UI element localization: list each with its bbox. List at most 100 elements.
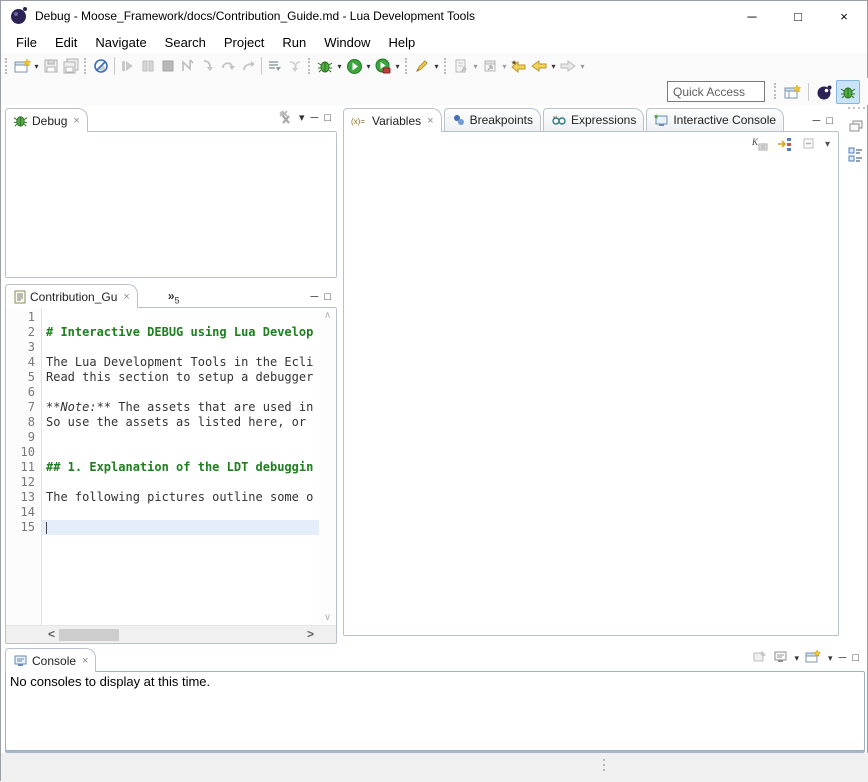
editor-list-chevron[interactable]: »5 xyxy=(168,289,180,305)
step-return-button[interactable] xyxy=(238,55,258,77)
close-tab-icon[interactable]: × xyxy=(82,655,88,667)
menu-project[interactable]: Project xyxy=(215,32,273,53)
external-tools-dropdown[interactable]: ▾ xyxy=(432,62,441,71)
lua-perspective-button[interactable] xyxy=(812,80,836,104)
save-button[interactable] xyxy=(41,55,61,77)
debug-button[interactable] xyxy=(315,55,335,77)
new-wizard-button[interactable] xyxy=(12,55,32,77)
editor-vertical-scrollbar[interactable]: ∧ ∨ xyxy=(319,308,336,625)
external-tools-button[interactable] xyxy=(412,55,432,77)
scrollbar-thumb[interactable] xyxy=(59,629,119,641)
variables-view-body[interactable] xyxy=(343,157,839,636)
editor-line[interactable]: **Note:** The assets that are used in xyxy=(42,400,319,415)
editor-horizontal-scrollbar[interactable]: < > xyxy=(6,625,336,643)
run-button[interactable] xyxy=(344,55,364,77)
window-minimize-button[interactable]: ─ xyxy=(729,1,775,31)
editor-text[interactable]: # Interactive DEBUG using Lua DevelopThe… xyxy=(42,308,319,643)
new-wizard-dropdown[interactable]: ▾ xyxy=(32,62,41,71)
window-maximize-button[interactable]: □ xyxy=(775,1,821,31)
console-body[interactable]: No consoles to display at this time. xyxy=(5,671,865,751)
view-menu-icon[interactable]: ▾ xyxy=(299,113,305,124)
menu-file[interactable]: File xyxy=(7,32,46,53)
minimize-view-icon[interactable]: ─ xyxy=(813,116,821,127)
open-console-button[interactable] xyxy=(805,649,822,667)
breakpoints-tab[interactable]: Breakpoints xyxy=(444,108,541,131)
back-button[interactable] xyxy=(529,55,549,77)
skip-all-breakpoints-button[interactable] xyxy=(91,55,111,77)
scroll-right-icon[interactable]: > xyxy=(307,627,314,641)
editor-line[interactable]: ## 1. Explanation of the LDT debuggin xyxy=(42,460,319,475)
menu-run[interactable]: Run xyxy=(273,32,315,53)
drop-to-frame-button[interactable] xyxy=(285,55,305,77)
open-perspective-button[interactable] xyxy=(781,80,805,104)
minimize-view-icon[interactable]: ─ xyxy=(311,292,319,303)
window-close-button[interactable]: × xyxy=(821,1,867,31)
debug-view-body[interactable] xyxy=(5,131,337,278)
menu-edit[interactable]: Edit xyxy=(46,32,86,53)
maximize-view-icon[interactable]: □ xyxy=(324,292,331,303)
step-into-button[interactable] xyxy=(198,55,218,77)
variables-tab[interactable]: (x)= Variables × xyxy=(343,108,442,132)
editor-line[interactable] xyxy=(42,340,319,355)
menu-navigate[interactable]: Navigate xyxy=(86,32,155,53)
resume-button[interactable] xyxy=(118,55,138,77)
editor-line[interactable] xyxy=(42,310,319,325)
show-logical-structures-button[interactable] xyxy=(777,136,794,154)
editor-tab-contribution-guide[interactable]: Contribution_Gu × xyxy=(5,284,138,308)
debug-perspective-button[interactable] xyxy=(836,80,860,104)
restore-view-button[interactable] xyxy=(845,115,867,137)
pin-console-button[interactable] xyxy=(752,650,767,667)
use-step-filters-button[interactable] xyxy=(265,55,285,77)
editor-line[interactable]: The following pictures outline some o xyxy=(42,490,319,505)
coverage-button[interactable] xyxy=(373,55,393,77)
suspend-button[interactable] xyxy=(138,55,158,77)
new-file-dropdown[interactable]: ▾ xyxy=(471,62,480,71)
quick-access-input[interactable] xyxy=(667,81,765,102)
forward-button[interactable] xyxy=(558,55,578,77)
interactive-console-tab[interactable]: Interactive Console xyxy=(646,108,784,131)
new-file-button[interactable] xyxy=(451,55,471,77)
editor-body[interactable]: 123456789101112131415 # Interactive DEBU… xyxy=(5,307,337,644)
expressions-tab[interactable]: x² Expressions xyxy=(543,108,644,131)
statusbar-drag-handle[interactable] xyxy=(603,759,605,771)
collapse-all-button[interactable] xyxy=(802,136,817,154)
editor-line[interactable] xyxy=(42,385,319,400)
close-tab-icon[interactable]: × xyxy=(73,115,79,127)
disconnect-button[interactable] xyxy=(178,55,198,77)
open-element-dropdown[interactable]: ▾ xyxy=(500,62,509,71)
close-tab-icon[interactable]: × xyxy=(123,291,129,303)
minimize-view-icon[interactable]: ─ xyxy=(311,113,319,124)
back-dropdown[interactable]: ▾ xyxy=(549,62,558,71)
forward-dropdown[interactable]: ▾ xyxy=(578,62,587,71)
open-console-dropdown[interactable]: ▾ xyxy=(828,654,833,663)
scroll-down-icon[interactable]: ∨ xyxy=(324,612,331,623)
run-dropdown[interactable]: ▾ xyxy=(364,62,373,71)
editor-line[interactable]: Read this section to setup a debugger xyxy=(42,370,319,385)
maximize-view-icon[interactable]: □ xyxy=(324,113,331,124)
menu-search[interactable]: Search xyxy=(156,32,215,53)
open-element-button[interactable] xyxy=(480,55,500,77)
step-over-button[interactable] xyxy=(218,55,238,77)
editor-line[interactable] xyxy=(42,505,319,520)
debug-view-tab[interactable]: Debug × xyxy=(5,108,88,132)
trim-drag-handle[interactable] xyxy=(848,107,865,109)
maximize-view-icon[interactable]: □ xyxy=(826,116,833,127)
scroll-left-icon[interactable]: < xyxy=(48,627,55,641)
display-console-dropdown[interactable]: ▾ xyxy=(794,654,799,663)
debug-dropdown[interactable]: ▾ xyxy=(335,62,344,71)
coverage-dropdown[interactable]: ▾ xyxy=(393,62,402,71)
editor-line[interactable] xyxy=(42,445,319,460)
editor-line[interactable] xyxy=(42,430,319,445)
menu-help[interactable]: Help xyxy=(379,32,424,53)
outline-view-button[interactable] xyxy=(845,143,867,165)
close-tab-icon[interactable]: × xyxy=(427,115,433,127)
editor-line[interactable]: So use the assets as listed here, or xyxy=(42,415,319,430)
editor-line[interactable]: The Lua Development Tools in the Ecli xyxy=(42,355,319,370)
scroll-up-icon[interactable]: ∧ xyxy=(324,310,331,321)
editor-line[interactable] xyxy=(42,475,319,490)
save-all-button[interactable] xyxy=(61,55,81,77)
console-tab[interactable]: Console × xyxy=(5,648,96,672)
display-selected-console-button[interactable] xyxy=(773,650,788,667)
menu-window[interactable]: Window xyxy=(315,32,379,53)
last-edit-location-button[interactable] xyxy=(509,55,529,77)
